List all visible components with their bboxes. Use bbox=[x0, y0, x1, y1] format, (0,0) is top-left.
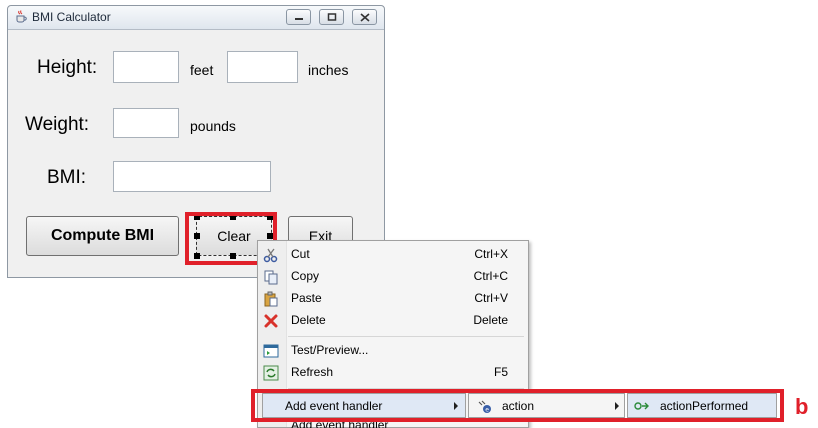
annotation-label: b bbox=[795, 394, 809, 419]
menu-item-shortcut: F5 bbox=[493, 365, 508, 379]
menu-item-label: Test/Preview... bbox=[291, 343, 369, 357]
copy-icon bbox=[264, 270, 278, 285]
inches-label: inches bbox=[308, 62, 349, 78]
paste-icon bbox=[264, 291, 278, 307]
maximize-icon bbox=[320, 10, 343, 24]
menu-item-shortcut: Ctrl+X bbox=[474, 247, 508, 261]
bmi-output-field[interactable] bbox=[113, 161, 271, 192]
minimize-button[interactable] bbox=[286, 9, 311, 25]
refresh-icon bbox=[263, 365, 279, 381]
feet-label: feet bbox=[190, 62, 214, 78]
pounds-label: pounds bbox=[190, 118, 236, 134]
menu-item-copy[interactable]: Copy Ctrl+C bbox=[258, 266, 528, 288]
menu-item-cut[interactable]: Cut Ctrl+X bbox=[258, 244, 528, 266]
menu-item-label: Paste bbox=[291, 291, 322, 305]
bmi-label: BMI: bbox=[47, 167, 87, 188]
menu-item-shortcut: Ctrl+V bbox=[474, 291, 508, 305]
annotation-highlight-event-handler bbox=[251, 389, 784, 422]
weight-label: Weight: bbox=[25, 114, 90, 135]
cut-icon bbox=[263, 248, 278, 263]
menu-item-shortcut: Ctrl+C bbox=[473, 269, 508, 283]
close-icon bbox=[353, 10, 376, 24]
inches-input[interactable] bbox=[227, 51, 298, 83]
minimize-icon bbox=[287, 10, 310, 24]
preview-icon bbox=[263, 344, 279, 358]
menu-item-delete[interactable]: Delete Delete bbox=[258, 310, 528, 332]
window-title: BMI Calculator bbox=[32, 10, 111, 24]
delete-icon bbox=[264, 314, 278, 328]
menu-item-label: Cut bbox=[291, 247, 310, 261]
menu-separator bbox=[288, 336, 524, 337]
title-bar[interactable]: BMI Calculator bbox=[8, 6, 384, 30]
height-label: Height: bbox=[37, 57, 98, 78]
menu-item-label: Copy bbox=[291, 269, 320, 283]
menu-item-paste[interactable]: Paste Ctrl+V bbox=[258, 288, 528, 310]
java-cup-icon bbox=[16, 10, 27, 23]
compute-bmi-button[interactable]: Compute BMI bbox=[26, 216, 179, 256]
close-button[interactable] bbox=[352, 9, 377, 25]
menu-item-test-preview[interactable]: Test/Preview... bbox=[258, 340, 528, 362]
maximize-button[interactable] bbox=[319, 9, 344, 25]
feet-input[interactable] bbox=[113, 51, 179, 83]
menu-item-refresh[interactable]: Refresh F5 bbox=[258, 362, 528, 384]
menu-item-shortcut: Delete bbox=[473, 313, 508, 327]
menu-item-label: Delete bbox=[291, 313, 326, 327]
menu-item-label: Refresh bbox=[291, 365, 334, 379]
weight-input[interactable] bbox=[113, 108, 179, 138]
